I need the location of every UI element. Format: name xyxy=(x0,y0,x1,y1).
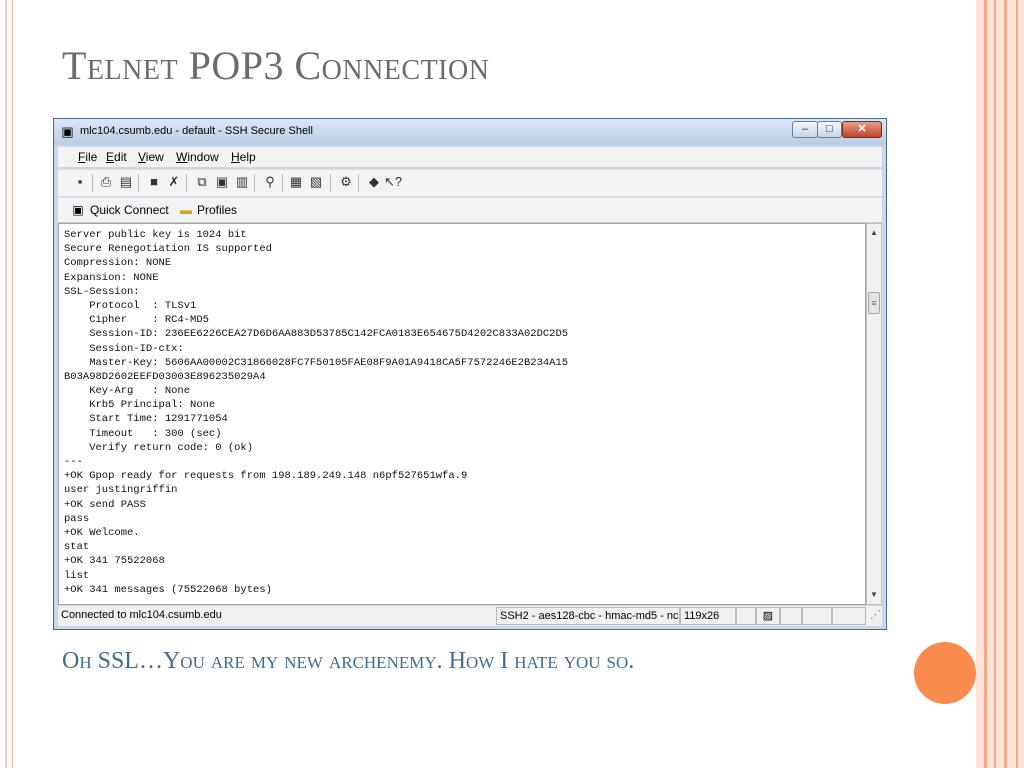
terminal-size-status: 119x26 xyxy=(680,607,736,625)
toolbar-separator xyxy=(92,174,93,192)
status-empty-cell xyxy=(832,607,866,625)
terminal-scrollbar[interactable]: ▲ ≡ ▼ xyxy=(866,223,882,605)
print-icon[interactable]: ⎙ xyxy=(98,174,114,190)
toolbar-separator xyxy=(138,174,139,192)
menu-file[interactable]: File xyxy=(78,150,97,164)
left-border-rule xyxy=(0,0,13,768)
ssh-app-icon: ▣ xyxy=(61,124,74,139)
paste-special-icon[interactable]: ▥ xyxy=(234,174,250,190)
terminal-line: Master-Key: 5606AA00002C31866028FC7F5010… xyxy=(64,356,569,369)
terminal-lines: Server public key is 1024 bit Secure Rene… xyxy=(64,228,568,597)
window-title: mlc104.csumb.edu - default - SSH Secure … xyxy=(80,125,313,137)
terminal-line: list xyxy=(64,569,90,582)
ssh-window: ▣ mlc104.csumb.edu - default - SSH Secur… xyxy=(53,118,887,630)
menu-view[interactable]: View xyxy=(138,150,164,164)
terminal-line: Verify return code: 0 (ok) xyxy=(64,441,254,454)
terminal-line: Session-ID: 236EE6226CEA27D6D6AA883D5378… xyxy=(64,328,569,341)
toolbar: ▪ ⎙ ▤ ■ ✗ ⧉ ▣ ▥ ⚲ ▦ ▧ ⚙ ◆ ↖? xyxy=(58,169,882,196)
new-terminal-icon[interactable]: ▦ xyxy=(288,174,304,190)
slide-title: Telnet POP3 Connection xyxy=(62,43,490,88)
status-empty-cell xyxy=(736,607,756,625)
help-book-icon[interactable]: ◆ xyxy=(366,174,382,190)
terminal-line: Cipher : RC4-MD5 xyxy=(64,314,209,327)
scrollbar-thumb[interactable]: ≡ xyxy=(868,292,880,314)
status-empty-cell xyxy=(780,607,802,625)
connection-status: Connected to mlc104.csumb.edu xyxy=(61,609,222,621)
terminal-line: pass xyxy=(64,512,90,525)
terminal-line: +OK send PASS xyxy=(64,498,146,511)
window-titlebar[interactable]: ▣ mlc104.csumb.edu - default - SSH Secur… xyxy=(54,119,886,145)
toolbar-separator xyxy=(358,174,359,192)
menu-help[interactable]: Help xyxy=(231,150,256,164)
disconnect-icon[interactable]: ✗ xyxy=(166,174,182,190)
terminal-line: +OK 341 messages (75522068 bytes) xyxy=(64,583,272,596)
close-button[interactable]: ✕ xyxy=(842,121,882,138)
paste-icon[interactable]: ▣ xyxy=(214,174,230,190)
maximize-button[interactable]: □ xyxy=(817,121,842,138)
quick-connect-button[interactable]: Quick Connect xyxy=(90,203,169,217)
folder-icon: ▬ xyxy=(180,203,192,217)
copy-icon[interactable]: ⧉ xyxy=(194,174,210,190)
scroll-down-arrow-icon[interactable]: ▼ xyxy=(867,588,881,602)
scroll-up-arrow-icon[interactable]: ▲ xyxy=(867,226,881,240)
terminal-output[interactable]: Server public key is 1024 bit Secure Rene… xyxy=(58,223,866,605)
terminal-line: stat xyxy=(64,541,90,554)
right-band-stripe xyxy=(994,0,996,768)
toolbar-separator xyxy=(254,174,255,192)
terminal-line: Timeout : 300 (sec) xyxy=(64,427,222,440)
terminal-line: +OK Gpop ready for requests from 198.189… xyxy=(64,470,468,483)
minimize-button[interactable]: – xyxy=(792,121,818,138)
status-lock-icon: ▨ xyxy=(756,607,780,625)
menu-edit[interactable]: Edit xyxy=(106,150,127,164)
terminal-line: user justingriffin xyxy=(64,484,178,497)
terminal-line: Start Time: 1291771054 xyxy=(64,413,228,426)
resize-grip-icon[interactable]: ⋰ xyxy=(866,607,882,625)
toolbar-separator xyxy=(282,174,283,192)
right-band-stripe xyxy=(984,0,987,768)
right-band-stripe xyxy=(1016,0,1018,768)
toolbar-separator xyxy=(330,174,331,192)
status-bar: Connected to mlc104.csumb.edu SSH2 - aes… xyxy=(58,606,882,626)
terminal-line: Secure Renegotiation IS supported xyxy=(64,243,272,256)
settings-icon[interactable]: ⚙ xyxy=(338,174,354,190)
menu-bar: File Edit View Window Help xyxy=(58,147,882,167)
terminal-line: Server public key is 1024 bit xyxy=(64,229,247,241)
cipher-status: SSH2 - aes128-cbc - hmac-md5 - nc xyxy=(496,607,680,625)
terminal-line: SSL-Session: xyxy=(64,285,140,298)
context-help-icon[interactable]: ↖? xyxy=(384,174,402,190)
terminal-line: Expansion: NONE xyxy=(64,271,159,284)
slide-caption: Oh SSL…You are my new archenemy. How I h… xyxy=(62,648,635,674)
terminal-line: Key-Arg : None xyxy=(64,385,191,398)
terminal-line: Compression: NONE xyxy=(64,257,172,270)
quick-connect-icon: ▣ xyxy=(72,203,84,217)
status-empty-cell xyxy=(802,607,832,625)
menu-window[interactable]: Window xyxy=(176,150,219,164)
terminal-line: Protocol : TLSv1 xyxy=(64,299,197,312)
save-icon[interactable]: ▪ xyxy=(72,174,88,190)
profiles-button[interactable]: Profiles xyxy=(197,203,237,217)
profile-bar: ▣ Quick Connect ▬ Profiles xyxy=(58,197,882,223)
terminal-line: +OK 341 75522068 xyxy=(64,555,165,568)
orange-circle-decoration xyxy=(914,642,976,704)
connect-icon[interactable]: ■ xyxy=(146,174,162,190)
print-preview-icon[interactable]: ▤ xyxy=(118,174,134,190)
terminal-line: Session-ID-ctx: xyxy=(64,342,184,355)
toolbar-separator xyxy=(186,174,187,192)
terminal-line: --- xyxy=(64,456,83,468)
terminal-line: B03A98D2602EEFD03003E896235029A4 xyxy=(64,370,266,383)
new-file-transfer-icon[interactable]: ▧ xyxy=(308,174,324,190)
terminal-line: +OK Welcome. xyxy=(64,526,140,539)
find-icon[interactable]: ⚲ xyxy=(262,174,278,190)
terminal-line: Krb5 Principal: None xyxy=(64,399,216,412)
right-band-stripe xyxy=(1004,0,1007,768)
